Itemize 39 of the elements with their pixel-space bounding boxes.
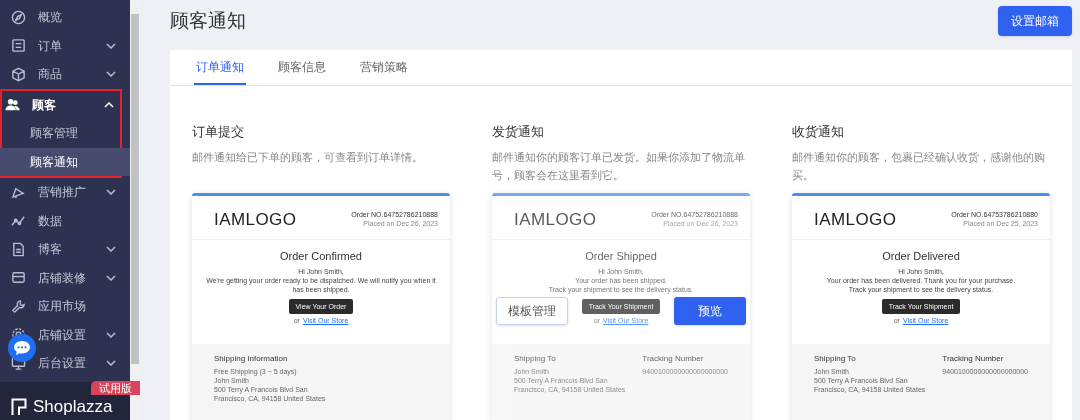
sidebar-item[interactable]: 商品 [0,60,130,89]
set-mailbox-button[interactable]: 设置邮箱 [998,6,1072,36]
email-heading: Order Shipped [585,249,657,263]
sidebar-item[interactable]: 概览 [0,3,130,32]
sidebar-subitem[interactable]: 顾客通知 [0,147,130,176]
sidebar-item[interactable]: 数据 [0,206,130,235]
footer-heading: Shipping To [814,353,857,364]
email-logo: IAMLOGO [214,209,297,230]
tab[interactable]: 订单通知 [194,50,246,85]
section-description: 邮件通知你的顾客订单已发货。如果你添加了物流单号，顾客会在这里看到它。 [492,149,746,183]
section-description: 邮件通知你的顾客，包裹已经确认收货，感谢他的购买。 [792,149,1046,183]
trial-badge: 试用版 [91,381,140,395]
page-title: 顾客通知 [170,8,246,33]
footer-heading: Tracking Number [642,353,705,364]
footer-heading: Tracking Number [942,353,1005,364]
email-logo: IAMLOGO [814,209,897,230]
section-title: 订单提交 [192,123,245,141]
sidebar-item[interactable]: 营销推广 [0,178,130,207]
footer-heading: Shipping Information [214,353,289,364]
email-heading: Order Confirmed [280,249,362,263]
preview-button[interactable]: 预览 [674,296,746,325]
tab[interactable]: 顾客信息 [276,50,328,85]
email-heading: Order Delivered [882,249,960,263]
footer-heading: Shipping To [514,353,557,364]
sidebar-item[interactable]: 店铺装修 [0,263,130,292]
sidebar-item[interactable]: 顾客 [2,90,120,119]
sidebar-item[interactable]: 店铺设置 [0,320,130,349]
sidebar-item[interactable]: 后台设置 [0,349,130,378]
section-description: 邮件通知给已下单的顾客，可查看到订单详情。 [192,149,424,165]
sidebar-subitem[interactable]: 顾客管理 [2,119,120,148]
section-title: 发货通知 [492,123,545,141]
brand-name: Shoplazza [33,398,113,416]
sidebar-item[interactable]: 博客 [0,235,130,264]
tab[interactable]: 营销策略 [358,50,410,85]
sidebar-item[interactable]: 订单 [0,31,130,60]
section-title: 收货通知 [792,123,845,141]
email-logo: IAMLOGO [514,209,597,230]
template-manage-button[interactable]: 模板管理 [496,296,568,325]
sidebar-item[interactable]: 应用市场 [0,292,130,321]
